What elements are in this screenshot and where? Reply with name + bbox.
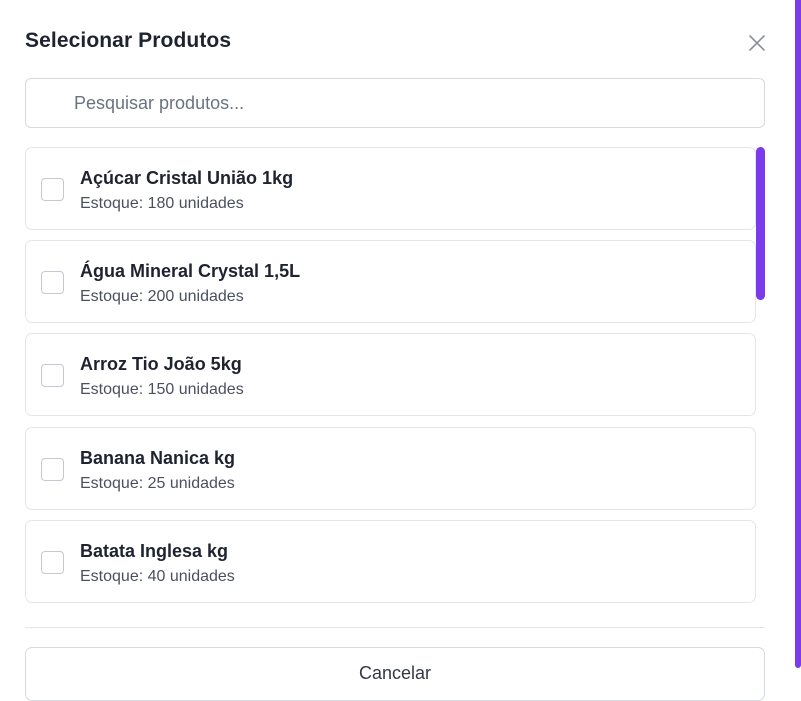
product-checkbox[interactable] <box>41 551 64 574</box>
product-item[interactable]: Arroz Tio João 5kg Estoque: 150 unidades <box>25 333 756 416</box>
product-name: Açúcar Cristal União 1kg <box>80 168 294 188</box>
list-scrollbar-thumb[interactable] <box>756 147 765 300</box>
search-field <box>25 78 765 128</box>
product-stock: Estoque: 25 unidades <box>80 475 235 492</box>
product-checkbox[interactable] <box>41 364 64 387</box>
product-stock: Estoque: 40 unidades <box>80 568 235 585</box>
product-stock: Estoque: 200 unidades <box>80 288 244 305</box>
cancel-button[interactable]: Cancelar <box>25 647 765 701</box>
product-name: Banana Nanica kg <box>80 448 236 468</box>
product-item[interactable]: Açúcar Cristal União 1kg Estoque: 180 un… <box>25 147 756 230</box>
product-item[interactable]: Banana Nanica kg Estoque: 25 unidades <box>25 427 756 510</box>
product-name: Batata Inglesa kg <box>80 541 229 561</box>
product-checkbox[interactable] <box>41 271 64 294</box>
product-name: Arroz Tio João 5kg <box>80 354 242 374</box>
page-scrollbar-thumb[interactable] <box>795 0 801 668</box>
product-stock: Estoque: 150 unidades <box>80 381 244 398</box>
footer-divider <box>25 627 765 628</box>
close-icon <box>749 35 765 51</box>
product-list[interactable]: Açúcar Cristal União 1kg Estoque: 180 un… <box>25 147 756 613</box>
select-products-modal: Selecionar Produtos Açúcar Cristal União… <box>0 0 793 701</box>
product-name: Água Mineral Crystal 1,5L <box>80 261 301 281</box>
modal-title: Selecionar Produtos <box>25 29 232 52</box>
search-input[interactable] <box>26 79 764 127</box>
product-item[interactable]: Batata Inglesa kg Estoque: 40 unidades <box>25 520 756 603</box>
product-checkbox[interactable] <box>41 458 64 481</box>
close-button[interactable] <box>744 30 770 56</box>
product-checkbox[interactable] <box>41 178 64 201</box>
product-stock: Estoque: 180 unidades <box>80 195 244 212</box>
product-item[interactable]: Água Mineral Crystal 1,5L Estoque: 200 u… <box>25 240 756 323</box>
